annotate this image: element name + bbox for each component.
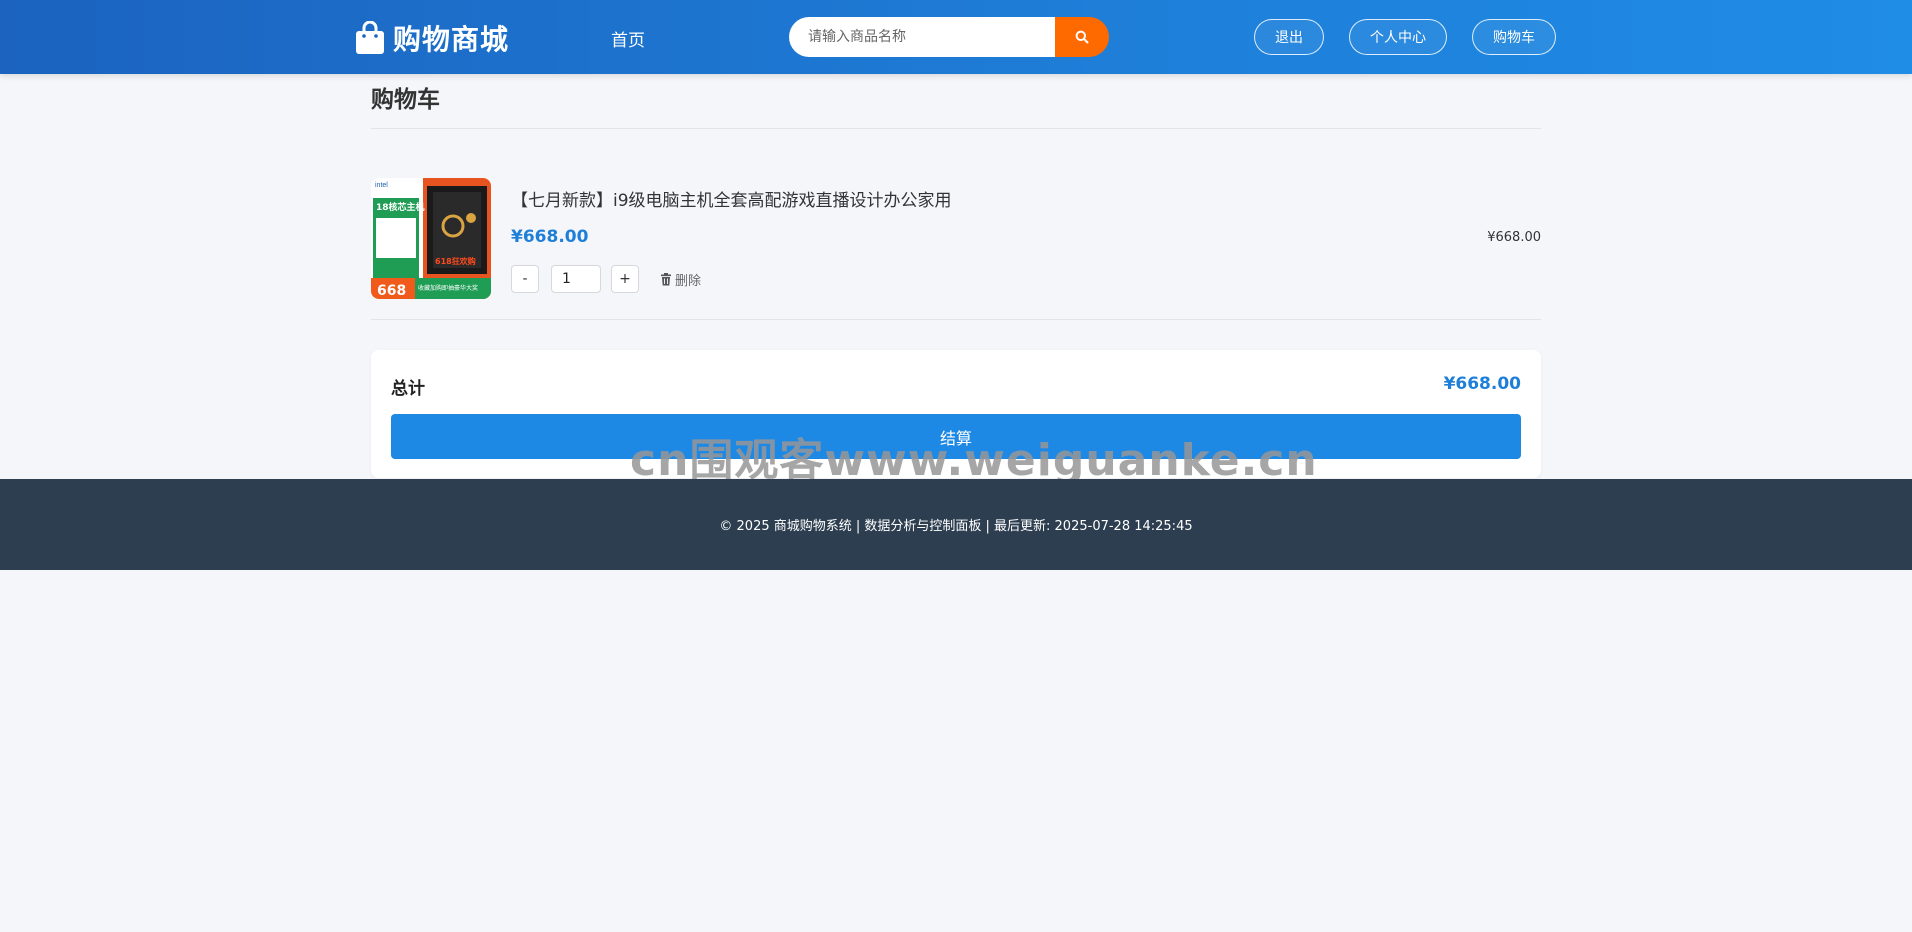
quantity-input[interactable] (551, 265, 601, 293)
search-input[interactable] (789, 17, 1055, 57)
trash-icon (661, 273, 671, 286)
product-image[interactable]: intel 18核芯主机 618狂欢购 668 收藏加购即抽豪华大奖 (371, 178, 491, 299)
divider (371, 128, 1541, 129)
shopping-bag-icon (356, 21, 384, 54)
search-bar (789, 17, 1109, 57)
cart-button[interactable]: 购物车 (1472, 19, 1556, 55)
nav-home-link[interactable]: 首页 (611, 26, 645, 51)
decrease-quantity-button[interactable]: - (511, 265, 539, 293)
search-icon (1075, 30, 1089, 44)
image-headline-text: 18核芯主机 (376, 201, 425, 213)
profile-button[interactable]: 个人中心 (1349, 19, 1447, 55)
footer-text: © 2025 商城购物系统 | 数据分析与控制面板 | 最后更新: 2025-0… (719, 519, 1193, 534)
image-price-text: 668 (377, 283, 406, 299)
image-promo-text: 618狂欢购 (435, 256, 476, 266)
total-amount: ¥668.00 (1443, 374, 1521, 394)
site-logo[interactable]: 购物商城 (355, 20, 509, 56)
logout-button[interactable]: 退出 (1254, 19, 1324, 55)
top-nav-bar: 购物商城 首页 退出 个人中心 购物车 (0, 0, 1912, 74)
image-banner-text: 收藏加购即抽豪华大奖 (418, 284, 478, 292)
item-subtotal: ¥668.00 (1487, 230, 1541, 245)
increase-quantity-button[interactable]: + (611, 265, 639, 293)
total-label: 总计 (391, 379, 425, 399)
footer: © 2025 商城购物系统 | 数据分析与控制面板 | 最后更新: 2025-0… (0, 479, 1912, 570)
delete-label: 删除 (675, 274, 702, 289)
divider (371, 319, 1541, 320)
product-thumbnail-graphic: intel 18核芯主机 618狂欢购 668 收藏加购即抽豪华大奖 (371, 178, 491, 299)
delete-item-button[interactable]: 删除 (660, 270, 701, 289)
site-logo-text: 购物商城 (393, 23, 510, 56)
product-name[interactable]: 【七月新款】i9级电脑主机全套高配游戏直播设计办公家用 (511, 186, 952, 211)
product-price: ¥668.00 (511, 227, 589, 247)
search-button[interactable] (1055, 17, 1109, 57)
image-brand-text: intel (375, 182, 388, 189)
page-title: 购物车 (371, 87, 440, 113)
